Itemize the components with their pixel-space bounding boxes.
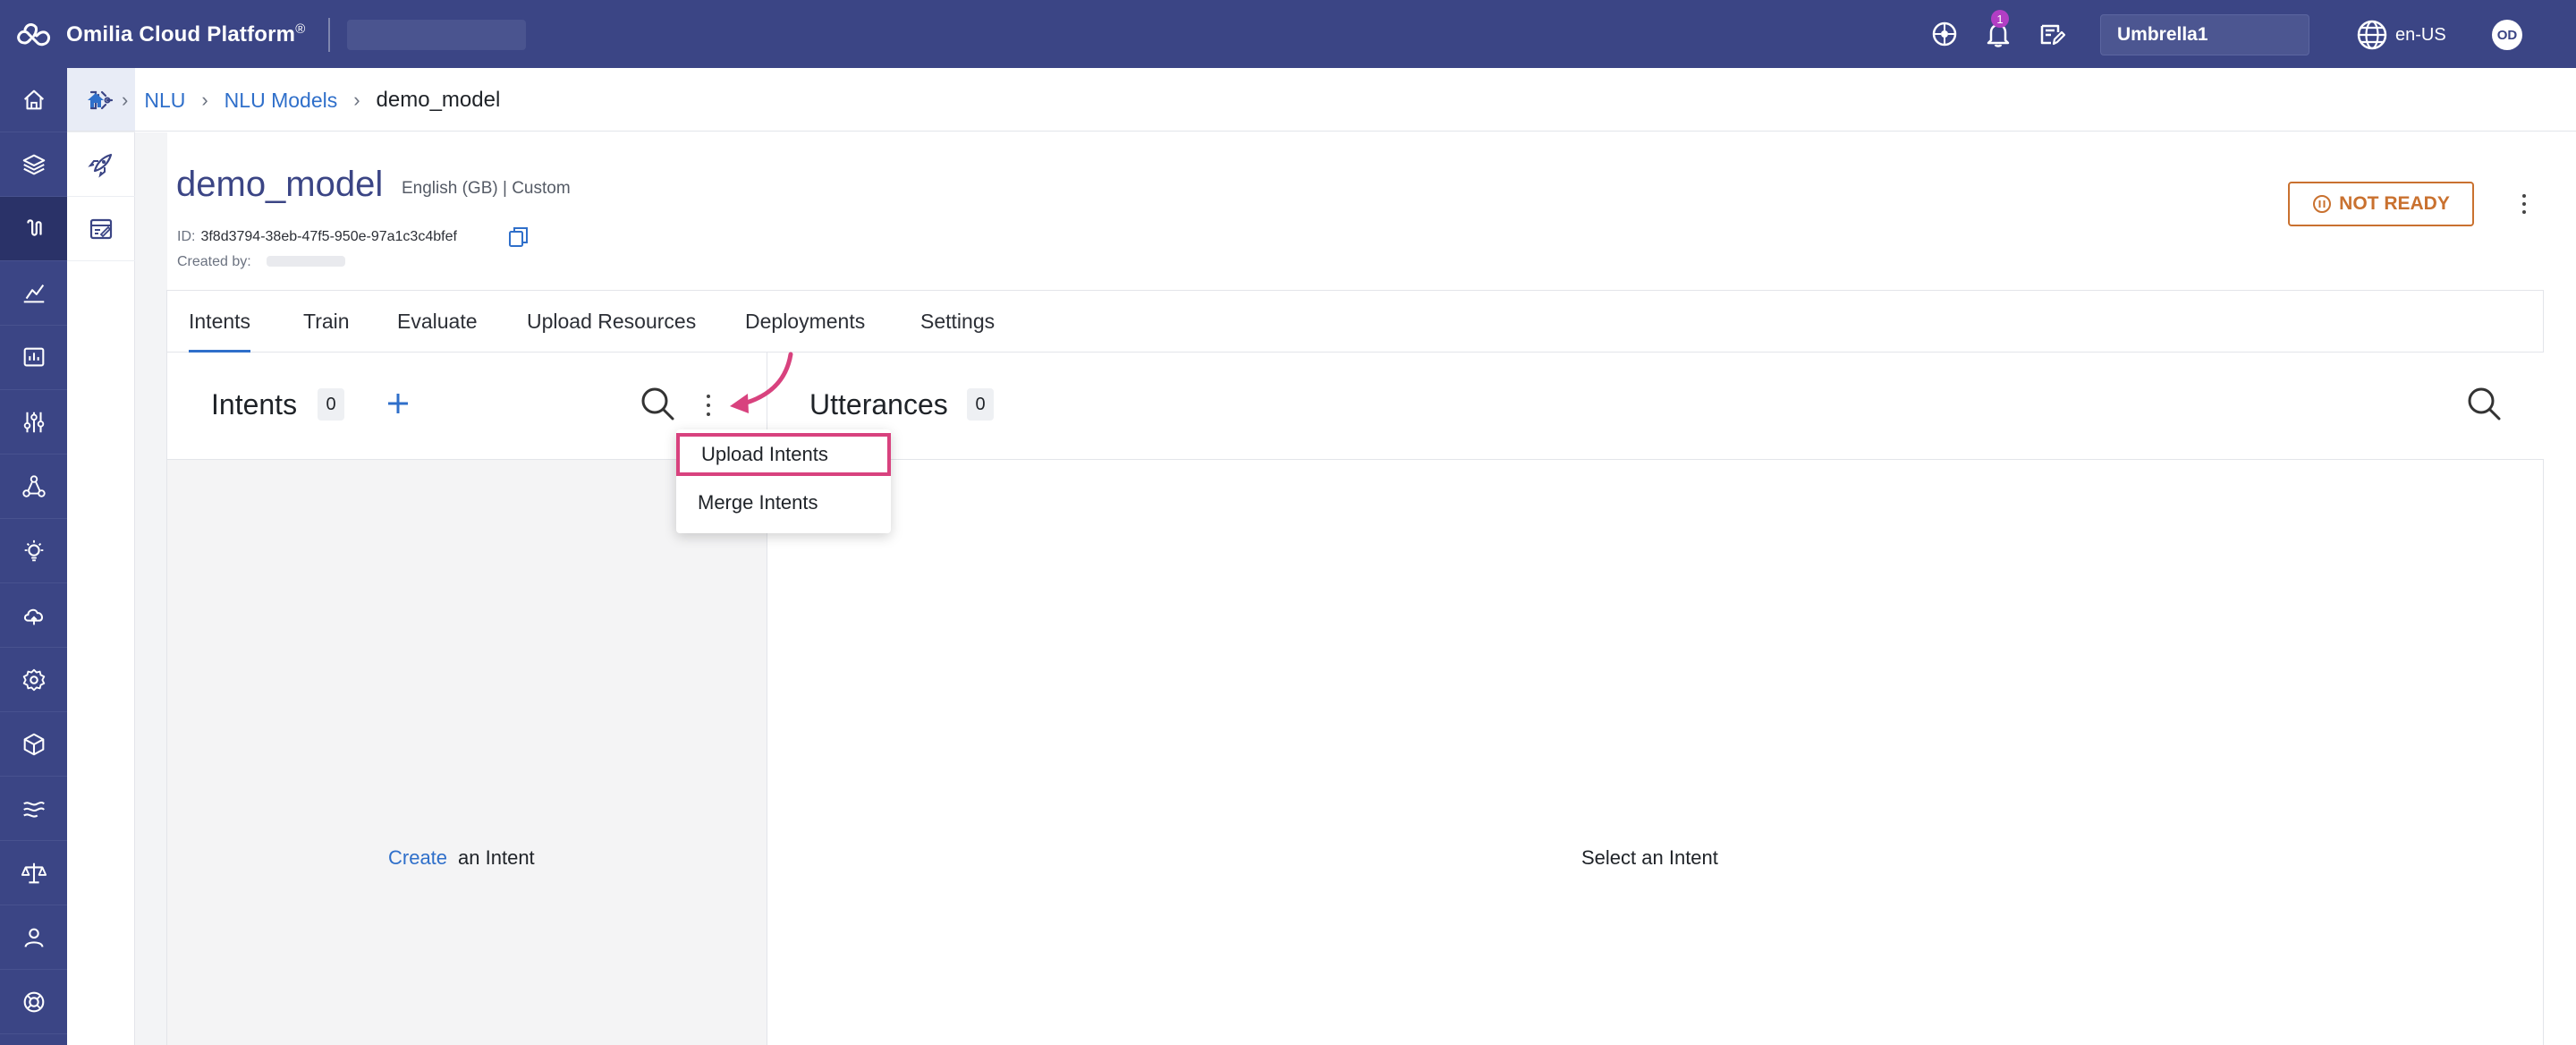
tab-train[interactable]: Train [303, 290, 350, 353]
avatar[interactable]: OD [2492, 20, 2522, 50]
utterances-panel: Utterances 0 [768, 353, 2544, 1045]
language-label: en-US [2395, 24, 2446, 45]
intents-title: Intents [211, 388, 298, 421]
nlu-icon [26, 218, 42, 236]
top-bar: Omilia Cloud Platform® 1 Umbrella1 en-US… [0, 0, 2576, 68]
evaluate-icon[interactable] [67, 197, 135, 261]
rail-item-box[interactable] [0, 712, 67, 777]
notes-icon[interactable] [2036, 18, 2068, 50]
balance-icon [21, 862, 47, 883]
chevron-right-icon: › [122, 89, 129, 111]
model-id: ID: 3f8d3794-38eb-47f5-950e-97a1c3c4bfef [177, 229, 457, 245]
plus-icon [388, 394, 408, 413]
chevron-right-icon: › [201, 89, 208, 111]
settings-sliders-icon [23, 412, 44, 432]
status-label: NOT READY [2339, 193, 2450, 214]
intents-empty-state: Create an Intent [388, 846, 535, 870]
breadcrumb-link-nlu-models[interactable]: NLU Models [225, 89, 338, 113]
search-icon [2468, 387, 2501, 421]
network-icon [21, 474, 46, 497]
created-by-value [267, 256, 345, 267]
breadcrumb-link-nlu[interactable]: NLU [144, 89, 185, 113]
rail-item-support[interactable] [0, 970, 67, 1034]
tab-settings[interactable]: Settings [920, 290, 995, 353]
breadcrumb: › NLU › NLU Models › demo_model [86, 86, 500, 115]
layers-icon [22, 154, 45, 174]
pause-circle-icon [2313, 195, 2332, 213]
chevron-right-icon: › [353, 89, 360, 111]
intents-more-options-icon[interactable] [699, 392, 717, 419]
rail-item-user[interactable] [0, 905, 67, 970]
rail-item-cloud[interactable] [0, 583, 67, 648]
globe-icon [2357, 20, 2387, 50]
copy-icon[interactable] [508, 225, 530, 249]
rail-item-analytics[interactable] [0, 261, 67, 326]
empty-state-text: an Intent [458, 846, 535, 869]
cloud-icon [23, 608, 43, 624]
intents-count-badge: 0 [318, 388, 344, 421]
home-icon [23, 89, 44, 109]
utterances-empty-state: Select an Intent [1581, 846, 1718, 869]
utterances-title: Utterances [809, 388, 948, 421]
tab-deployments[interactable]: Deployments [745, 290, 865, 353]
intents-options-menu: Upload Intents Merge Intents [676, 429, 891, 533]
cloud-logo-icon [17, 23, 50, 47]
rail-item-network[interactable] [0, 455, 67, 519]
menu-item-upload-intents[interactable]: Upload Intents [676, 433, 891, 476]
rail-item-layers[interactable] [0, 132, 67, 197]
menu-item-merge-intents[interactable]: Merge Intents [676, 481, 891, 524]
apps-icon[interactable] [1928, 18, 1961, 50]
environment-selector[interactable] [347, 20, 526, 50]
annotation-arrow [730, 352, 793, 413]
search-icon [641, 387, 674, 421]
rail-item-gear[interactable] [0, 648, 67, 712]
flows-icon [22, 801, 45, 818]
search-utterances-button[interactable] [2464, 384, 2504, 423]
add-intent-button[interactable] [380, 386, 416, 421]
gear-icon [22, 668, 45, 691]
insights-icon [24, 539, 43, 561]
intents-list [167, 460, 767, 1045]
tab-intents[interactable]: Intents [189, 290, 251, 353]
main-navigation-rail [0, 68, 67, 1045]
breadcrumb-current: demo_model [376, 88, 501, 112]
model-id-label: ID: [177, 229, 196, 244]
status-badge[interactable]: NOT READY [2288, 182, 2474, 226]
rail-item-settings-sliders[interactable] [0, 390, 67, 455]
user-icon [24, 928, 43, 947]
rail-item-balance[interactable] [0, 841, 67, 905]
analytics-icon [23, 284, 44, 302]
rail-item-flows[interactable] [0, 777, 67, 841]
model-navigation-rail [67, 68, 135, 1045]
create-intent-link[interactable]: Create [388, 846, 447, 870]
tab-bar: Intents Train Evaluate Upload Resources … [166, 290, 2544, 353]
tab-evaluate[interactable]: Evaluate [397, 290, 478, 353]
model-language-meta: English (GB) | Custom [402, 179, 571, 198]
app-title[interactable]: Omilia Cloud Platform® [66, 21, 306, 47]
content-gutter [135, 132, 167, 1045]
utterances-header: Utterances 0 [768, 353, 2544, 460]
home-icon[interactable] [86, 90, 106, 110]
model-id-value: 3f8d3794-38eb-47f5-950e-97a1c3c4bfef [200, 229, 457, 244]
divider [328, 18, 330, 52]
tab-upload-resources[interactable]: Upload Resources [527, 290, 696, 353]
rail-item-nlu[interactable] [0, 197, 67, 261]
reports-icon [23, 347, 44, 366]
more-options-icon[interactable] [2515, 190, 2533, 218]
rail-item-reports[interactable] [0, 326, 67, 390]
utterances-count-badge: 0 [967, 388, 994, 421]
rail-item-insights[interactable] [0, 519, 67, 583]
language-selector[interactable]: en-US [2356, 18, 2446, 52]
page-title: demo_model [176, 165, 384, 204]
deploy-rocket-icon[interactable] [67, 132, 135, 197]
created-by-label: Created by: [177, 254, 251, 269]
notification-badge: 1 [1991, 10, 2009, 28]
search-intents-button[interactable] [638, 384, 677, 423]
support-icon [23, 991, 44, 1012]
divider [67, 131, 2576, 132]
box-icon [23, 733, 44, 755]
rail-item-home[interactable] [0, 68, 67, 132]
account-selector[interactable]: Umbrella1 [2100, 14, 2309, 55]
